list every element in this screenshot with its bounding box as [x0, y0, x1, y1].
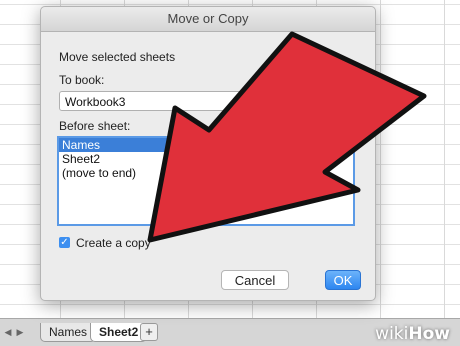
- red-arrow-shape: [147, 31, 427, 243]
- annotation-arrow: [147, 31, 427, 243]
